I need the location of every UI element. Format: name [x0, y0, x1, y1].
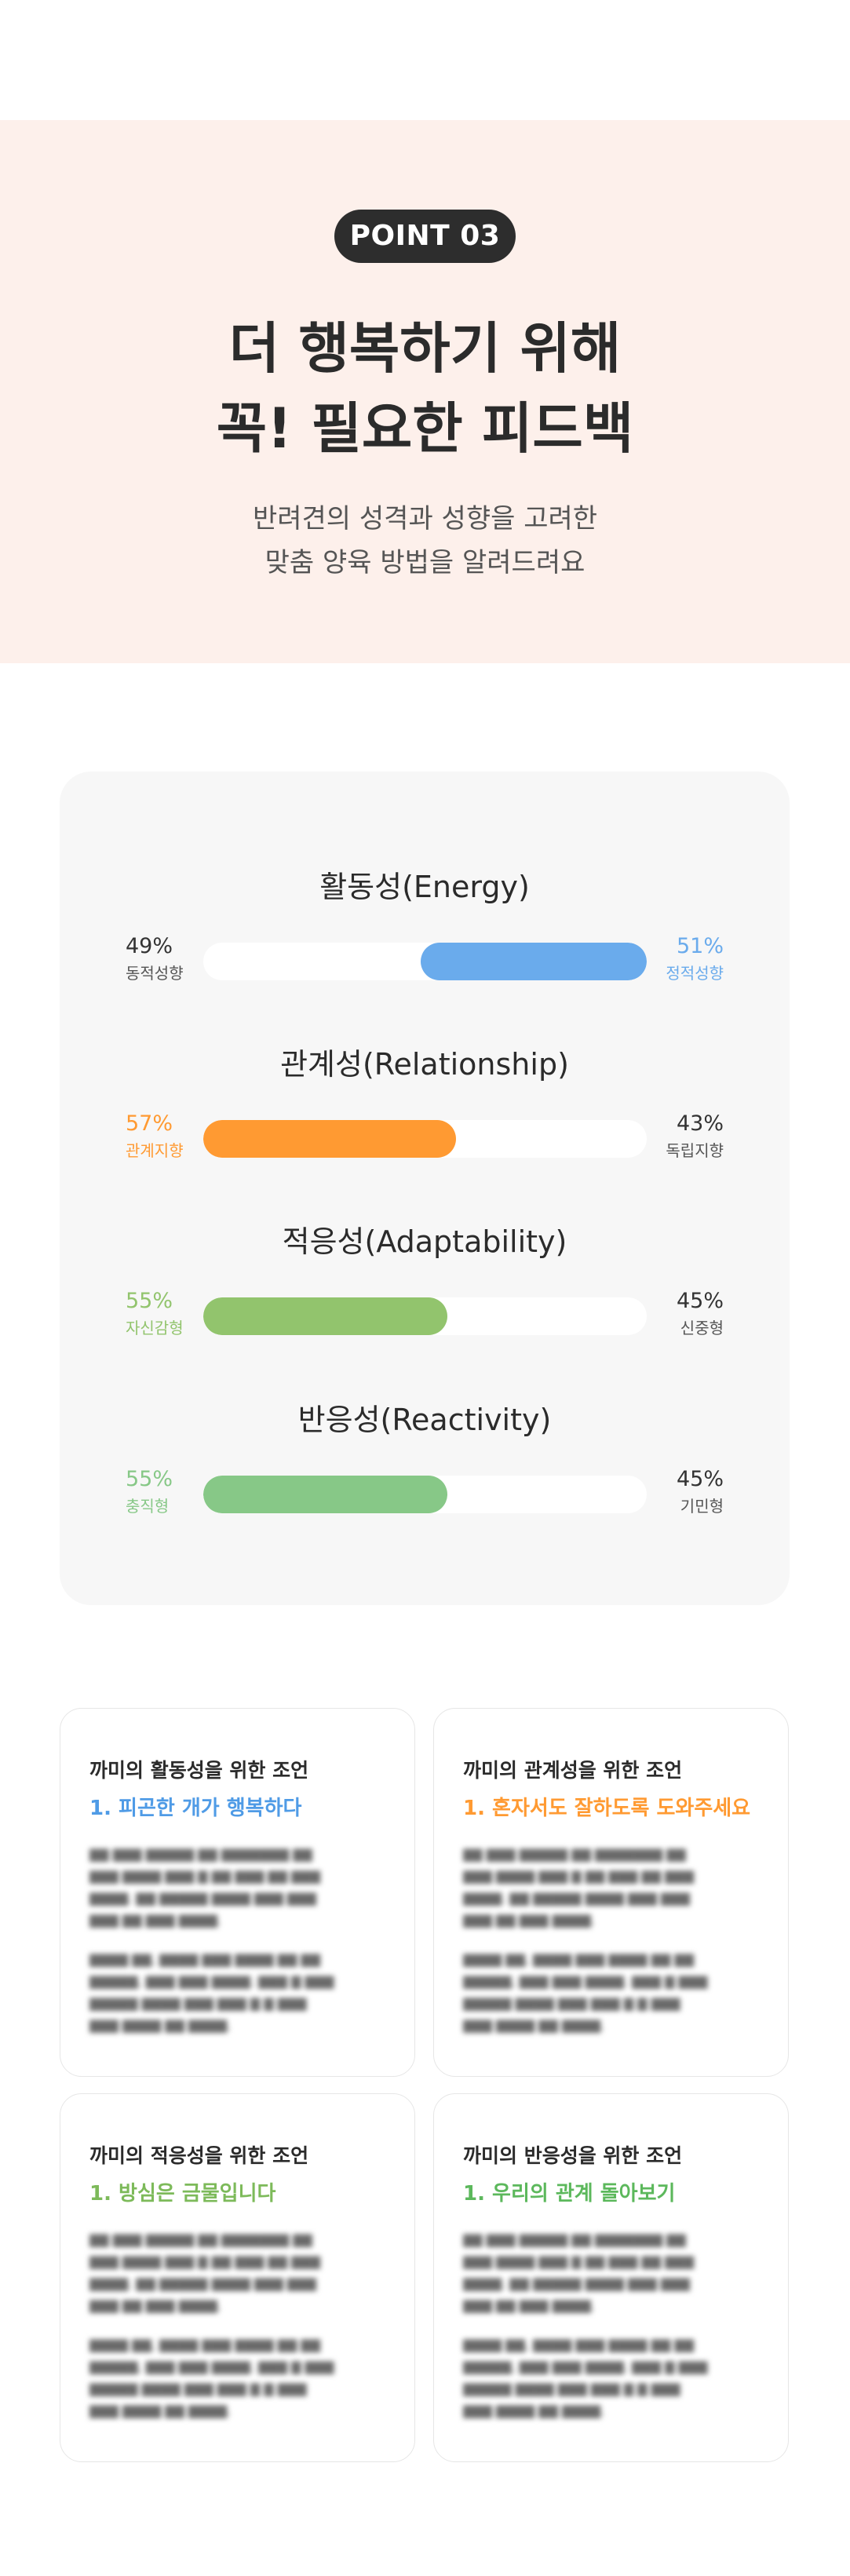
trait-title: 적응성(Adaptability)	[282, 1224, 567, 1259]
advice-blurred-paragraph: ▇▇▇▇ ▇▇, ▇▇▇▇ ▇▇▇ ▇▇▇▇ ▇▇ ▇▇ ▇▇▇▇▇, ▇▇▇ …	[463, 2337, 708, 2418]
advice-blurred-paragraph: ▇▇▇▇ ▇▇, ▇▇▇▇ ▇▇▇ ▇▇▇▇ ▇▇ ▇▇ ▇▇▇▇▇, ▇▇▇ …	[89, 2337, 334, 2418]
trait-title: 관계성(Relationship)	[280, 1047, 569, 1082]
trait-bar-track	[203, 1476, 647, 1513]
trait-left-label: 자신감형	[126, 1319, 184, 1337]
advice-blurred-paragraph: ▇▇ ▇▇▇ ▇▇▇▇▇ ▇▇ ▇▇▇▇▇▇▇ ▇▇ ▇▇▇ ▇▇▇▇ ▇▇▇ …	[463, 2232, 694, 2313]
hero-subtitle-line-1: 반려견의 성격과 성향을 고려한	[252, 503, 598, 535]
advice-blurred-paragraph: ▇▇▇▇ ▇▇, ▇▇▇▇ ▇▇▇ ▇▇▇▇ ▇▇ ▇▇ ▇▇▇▇▇, ▇▇▇ …	[463, 1952, 708, 2033]
trait-right-percent: 45%	[676, 1289, 724, 1313]
advice-card-subtitle: 1. 방심은 금물입니다	[89, 2182, 276, 2206]
trait-right-percent: 51%	[676, 934, 724, 958]
trait-bar-fill	[203, 1120, 456, 1158]
advice-blurred-paragraph: ▇▇ ▇▇▇ ▇▇▇▇▇ ▇▇ ▇▇▇▇▇▇▇ ▇▇ ▇▇▇ ▇▇▇▇ ▇▇▇ …	[89, 2232, 320, 2313]
trait-right-percent: 45%	[676, 1467, 724, 1491]
personality-traits-card: 활동성(Energy) 49% 동적성향 51% 정적성향 관계성(Relati…	[60, 772, 790, 1605]
trait-right-label: 독립지향	[666, 1141, 724, 1160]
trait-bar-fill	[203, 1297, 447, 1335]
advice-card-energy[interactable]: 까미의 활동성을 위한 조언 1. 피곤한 개가 행복하다 ▇▇ ▇▇▇ ▇▇▇…	[60, 1708, 415, 2077]
advice-blurred-paragraph: ▇▇▇▇ ▇▇, ▇▇▇▇ ▇▇▇ ▇▇▇▇ ▇▇ ▇▇ ▇▇▇▇▇, ▇▇▇ …	[89, 1952, 334, 2033]
advice-card-reactivity[interactable]: 까미의 반응성을 위한 조언 1. 우리의 관계 돌아보기 ▇▇ ▇▇▇ ▇▇▇…	[433, 2093, 789, 2462]
advice-blurred-paragraph: ▇▇ ▇▇▇ ▇▇▇▇▇ ▇▇ ▇▇▇▇▇▇▇ ▇▇ ▇▇▇ ▇▇▇▇ ▇▇▇ …	[89, 1847, 320, 1928]
trait-left-percent: 49%	[126, 934, 173, 958]
hero-title-line-1: 더 행복하기 위해	[228, 316, 622, 381]
trait-relationship: 관계성(Relationship) 57% 관계지향 43% 독립지향	[60, 1045, 790, 1202]
trait-bar-fill	[421, 943, 647, 980]
trait-adaptability: 적응성(Adaptability) 55% 자신감형 45% 신중형	[60, 1222, 790, 1379]
advice-card-title: 까미의 활동성을 위한 조언	[89, 1759, 309, 1782]
point-hero-section: POINT 03 더 행복하기 위해 꼭! 필요한 피드백 반려견의 성격과 성…	[0, 120, 850, 663]
advice-card-subtitle: 1. 우리의 관계 돌아보기	[463, 2182, 676, 2206]
point-badge: POINT 03	[334, 210, 516, 263]
trait-right-label: 신중형	[680, 1319, 724, 1337]
trait-bar-track	[203, 1120, 647, 1158]
hero-subtitle: 반려견의 성격과 성향을 고려한 맞춤 양육 방법을 알려드려요	[0, 497, 850, 585]
hero-title-line-2: 꼭! 필요한 피드백	[216, 396, 634, 461]
advice-card-subtitle: 1. 피곤한 개가 행복하다	[89, 1797, 302, 1820]
advice-blurred-paragraph: ▇▇ ▇▇▇ ▇▇▇▇▇ ▇▇ ▇▇▇▇▇▇▇ ▇▇ ▇▇▇ ▇▇▇▇ ▇▇▇ …	[463, 1847, 694, 1928]
trait-right-percent: 43%	[676, 1111, 724, 1136]
trait-left-label: 충직형	[126, 1497, 170, 1516]
advice-card-title: 까미의 적응성을 위한 조언	[89, 2144, 309, 2167]
trait-reactivity: 반응성(Reactivity) 55% 충직형 45% 기민형	[60, 1400, 790, 1557]
trait-left-label: 관계지향	[126, 1141, 184, 1160]
advice-card-relationship[interactable]: 까미의 관계성을 위한 조언 1. 혼자서도 잘하도록 도와주세요 ▇▇ ▇▇▇…	[433, 1708, 789, 2077]
trait-bar-track	[203, 943, 647, 980]
advice-card-subtitle: 1. 혼자서도 잘하도록 도와주세요	[463, 1797, 751, 1820]
advice-card-title: 까미의 반응성을 위한 조언	[463, 2144, 683, 2167]
trait-right-label: 기민형	[680, 1497, 724, 1516]
trait-bar-track	[203, 1297, 647, 1335]
advice-card-adaptability[interactable]: 까미의 적응성을 위한 조언 1. 방심은 금물입니다 ▇▇ ▇▇▇ ▇▇▇▇▇…	[60, 2093, 415, 2462]
trait-right-label: 정적성향	[666, 964, 724, 983]
trait-left-percent: 55%	[126, 1467, 173, 1491]
trait-left-label: 동적성향	[126, 964, 184, 983]
advice-card-title: 까미의 관계성을 위한 조언	[463, 1759, 683, 1782]
trait-bar-fill	[203, 1476, 447, 1513]
trait-title: 활동성(Energy)	[319, 870, 530, 904]
hero-title: 더 행복하기 위해 꼭! 필요한 피드백	[0, 308, 850, 469]
trait-title: 반응성(Reactivity)	[297, 1403, 552, 1437]
trait-energy: 활동성(Energy) 49% 동적성향 51% 정적성향	[60, 867, 790, 1024]
trait-left-percent: 57%	[126, 1111, 173, 1136]
hero-subtitle-line-2: 맞춤 양육 방법을 알려드려요	[264, 547, 586, 578]
trait-left-percent: 55%	[126, 1289, 173, 1313]
